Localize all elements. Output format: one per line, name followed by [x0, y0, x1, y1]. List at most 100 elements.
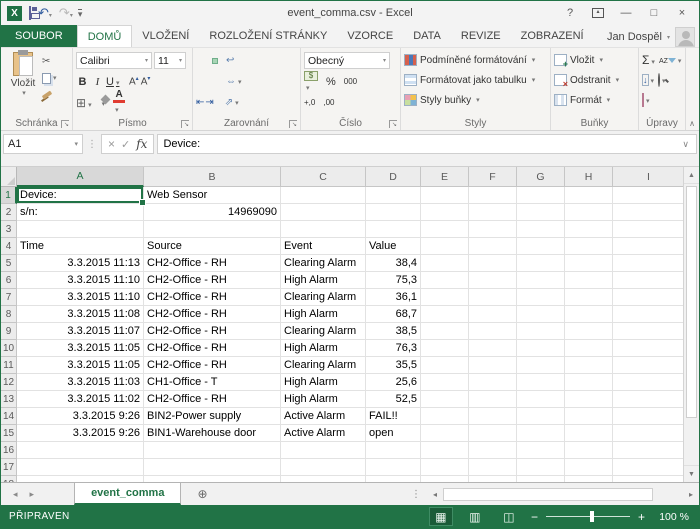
cell-G8[interactable] — [517, 306, 565, 323]
cell-C1[interactable] — [281, 187, 366, 204]
cell-I14[interactable] — [613, 408, 683, 425]
cell-G13[interactable] — [517, 391, 565, 408]
select-all-button[interactable] — [1, 167, 17, 187]
cell-E3[interactable] — [421, 221, 469, 238]
alignment-dialog-launcher-icon[interactable]: ↘ — [289, 120, 297, 128]
row-header-2[interactable]: 2 — [1, 204, 17, 221]
format-painter-button[interactable] — [42, 88, 57, 102]
cell-F8[interactable] — [469, 306, 517, 323]
cell-E13[interactable] — [421, 391, 469, 408]
cell-A10[interactable]: 3.3.2015 11:05 — [17, 340, 144, 357]
row-header-5[interactable]: 5 — [1, 255, 17, 272]
row-header-10[interactable]: 10 — [1, 340, 17, 357]
cell-I5[interactable] — [613, 255, 683, 272]
enter-icon[interactable]: ✓ — [121, 138, 130, 151]
vertical-scroll-thumb[interactable] — [686, 186, 697, 418]
cell-C6[interactable]: High Alarm — [281, 272, 366, 289]
cell-F17[interactable] — [469, 459, 517, 476]
cell-C9[interactable]: Clearing Alarm — [281, 323, 366, 340]
cell-G5[interactable] — [517, 255, 565, 272]
cell-E12[interactable] — [421, 374, 469, 391]
cell-I8[interactable] — [613, 306, 683, 323]
cell-C8[interactable]: High Alarm — [281, 306, 366, 323]
tab-view[interactable]: ZOBRAZENÍ — [511, 25, 594, 47]
cell-A6[interactable]: 3.3.2015 11:10 — [17, 272, 144, 289]
cell-B4[interactable]: Source — [144, 238, 281, 255]
number-format-select[interactable]: Obecný▾ — [304, 52, 390, 69]
zoom-level[interactable]: 100 % — [655, 511, 689, 523]
close-button[interactable]: × — [669, 3, 695, 23]
tab-formulas[interactable]: VZORCE — [337, 25, 403, 47]
cell-H5[interactable] — [565, 255, 613, 272]
delete-cells-button[interactable]: Odstranit — [554, 70, 636, 90]
cell-A15[interactable]: 3.3.2015 9:26 — [17, 425, 144, 442]
cell-D3[interactable] — [366, 221, 421, 238]
column-header-E[interactable]: E — [421, 167, 469, 187]
cell-F7[interactable] — [469, 289, 517, 306]
cell-I9[interactable] — [613, 323, 683, 340]
cell-B2[interactable]: 14969090 — [144, 204, 281, 221]
italic-button[interactable]: I — [91, 76, 104, 88]
sheet-tab-event-comma[interactable]: event_comma — [74, 483, 181, 505]
cell-C13[interactable]: High Alarm — [281, 391, 366, 408]
cell-H17[interactable] — [565, 459, 613, 476]
insert-function-icon[interactable]: fx — [136, 137, 147, 151]
formula-bar-splitter-icon[interactable]: ⋮ — [86, 139, 98, 150]
cell-G15[interactable] — [517, 425, 565, 442]
cell-I12[interactable] — [613, 374, 683, 391]
insert-cells-button[interactable]: Vložit — [554, 50, 636, 70]
cell-B11[interactable]: CH2-Office - RH — [144, 357, 281, 374]
vertical-scrollbar[interactable]: ▲ ▼ — [683, 167, 699, 482]
column-header-I[interactable]: I — [613, 167, 683, 187]
cell-B16[interactable] — [144, 442, 281, 459]
cell-H4[interactable] — [565, 238, 613, 255]
cell-G2[interactable] — [517, 204, 565, 221]
tab-data[interactable]: DATA — [403, 25, 451, 47]
cell-F9[interactable] — [469, 323, 517, 340]
font-size-select[interactable]: 11▾ — [154, 52, 186, 69]
cell-F4[interactable] — [469, 238, 517, 255]
row-header-14[interactable]: 14 — [1, 408, 17, 425]
cell-I3[interactable] — [613, 221, 683, 238]
align-middle-button[interactable] — [204, 58, 210, 64]
cell-H8[interactable] — [565, 306, 613, 323]
zoom-out-icon[interactable]: − — [531, 510, 538, 524]
cell-I15[interactable] — [613, 425, 683, 442]
cell-D5[interactable]: 38,4 — [366, 255, 421, 272]
cell-C11[interactable]: Clearing Alarm — [281, 357, 366, 374]
view-page-layout-button[interactable]: ▥ — [463, 507, 487, 526]
cell-D2[interactable] — [366, 204, 421, 221]
cell-H11[interactable] — [565, 357, 613, 374]
cell-A11[interactable]: 3.3.2015 11:05 — [17, 357, 144, 374]
tab-review[interactable]: REVIZE — [451, 25, 511, 47]
cell-H13[interactable] — [565, 391, 613, 408]
comma-style-button[interactable]: 000 — [344, 77, 357, 86]
cell-H3[interactable] — [565, 221, 613, 238]
borders-button[interactable]: ⊞ — [76, 97, 92, 109]
scroll-down-icon[interactable]: ▼ — [684, 465, 699, 482]
align-top-button[interactable] — [196, 58, 202, 64]
cell-G3[interactable] — [517, 221, 565, 238]
clipboard-dialog-launcher-icon[interactable]: ↘ — [61, 120, 69, 128]
cell-A2[interactable]: s/n: — [17, 204, 144, 221]
cell-E17[interactable] — [421, 459, 469, 476]
cell-F3[interactable] — [469, 221, 517, 238]
cell-E9[interactable] — [421, 323, 469, 340]
cell-D17[interactable] — [366, 459, 421, 476]
row-header-3[interactable]: 3 — [1, 221, 17, 238]
cell-G1[interactable] — [517, 187, 565, 204]
cell-F16[interactable] — [469, 442, 517, 459]
cell-I16[interactable] — [613, 442, 683, 459]
view-page-break-button[interactable]: ◫ — [497, 507, 521, 526]
cell-E5[interactable] — [421, 255, 469, 272]
tab-home[interactable]: DOMŮ — [77, 25, 133, 47]
fill-color-button[interactable] — [100, 97, 106, 109]
row-header-1[interactable]: 1 — [1, 187, 17, 204]
cell-G17[interactable] — [517, 459, 565, 476]
new-sheet-icon[interactable]: ⊕ — [181, 483, 223, 505]
cell-D16[interactable] — [366, 442, 421, 459]
cell-I17[interactable] — [613, 459, 683, 476]
clear-button[interactable] — [642, 94, 650, 106]
cell-G12[interactable] — [517, 374, 565, 391]
align-right-button[interactable] — [212, 79, 218, 85]
